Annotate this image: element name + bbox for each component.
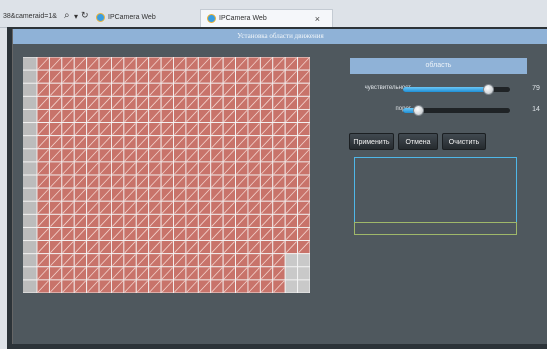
apply-button[interactable]: Применить [349, 133, 394, 150]
browser-tab[interactable]: IPCamera Web [90, 9, 194, 27]
address-bar[interactable]: 38&cameraid=1& [3, 13, 57, 20]
sensitivity-handle[interactable] [482, 84, 494, 95]
browser-tab-active[interactable]: IPCamera Web × [200, 9, 333, 27]
search-icon[interactable]: ⌕ [64, 10, 70, 21]
grid-cell[interactable] [297, 253, 310, 268]
tab-label: IPCamera Web [108, 14, 156, 21]
threshold-row: порог 14 [341, 104, 547, 116]
grid-cell[interactable] [284, 279, 299, 293]
grid-cell[interactable] [284, 266, 299, 281]
sensitivity-label: чувствительност [364, 85, 411, 91]
motion-grid-area[interactable] [23, 57, 310, 293]
motion-grid[interactable] [23, 57, 310, 293]
sensitivity-row: чувствительност 79 [341, 83, 547, 95]
sensitivity-fill [403, 87, 488, 92]
threshold-slider[interactable] [403, 105, 510, 116]
cancel-button[interactable]: Отмена [398, 133, 438, 150]
threshold-value: 14 [532, 106, 540, 113]
threshold-label: порог [341, 106, 411, 112]
refresh-icon[interactable]: ↻ [81, 10, 89, 21]
tab-label: IPCamera Web [219, 15, 267, 22]
browser-tab-bar: 38&cameraid=1& ⌕ ▾ ↻ IPCamera Web IPCame… [0, 0, 547, 28]
clear-button[interactable]: Очистить [442, 133, 486, 150]
grid-cell[interactable] [297, 279, 310, 293]
threshold-handle[interactable] [412, 105, 424, 116]
region-header: область [350, 58, 527, 74]
motion-area-panel: Установка области движения область чувст… [12, 29, 547, 344]
browser-favicon-icon [96, 12, 105, 22]
grid-cell[interactable] [297, 266, 310, 281]
region-preview-strip [354, 222, 517, 235]
grid-cell[interactable] [284, 253, 299, 268]
close-tab-icon[interactable]: × [315, 10, 320, 28]
panel-title: Установка области движения [13, 29, 547, 44]
browser-favicon-icon [207, 13, 216, 23]
sensitivity-slider[interactable] [403, 84, 510, 95]
dropdown-icon[interactable]: ▾ [74, 12, 78, 21]
sensitivity-value: 79 [532, 85, 540, 92]
